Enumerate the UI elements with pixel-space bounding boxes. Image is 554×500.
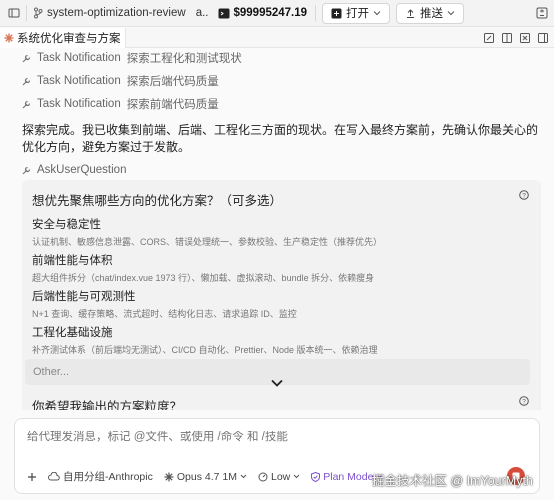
question-2-title: 你希望我输出的方案粒度？ (32, 400, 183, 410)
chevron-down-icon (293, 474, 300, 479)
open-button[interactable]: 打开 (322, 2, 391, 24)
panel-icon (8, 7, 20, 19)
diff-icon (536, 7, 548, 19)
model-selector[interactable]: Opus 4.7 1M (164, 471, 247, 483)
wrench-icon (22, 100, 31, 109)
cost-value: $99995247.19 (233, 7, 308, 19)
cost-indicator: $99995247.19 (218, 0, 307, 27)
wrench-icon (22, 166, 31, 175)
conversation: Task Notification 探索工程化和测试现状 Task Notifi… (0, 48, 554, 410)
effort-selector[interactable]: Low (258, 471, 300, 483)
branch-selector[interactable]: system-optimization-review (33, 0, 186, 27)
wrench-icon (22, 54, 31, 63)
overflow-tab[interactable]: a.. (196, 0, 209, 27)
split-view-icon[interactable] (502, 32, 512, 43)
terminal-icon (218, 8, 230, 19)
chevron-down-icon (373, 10, 381, 16)
group-selector[interactable]: 自用分组-Anthropic (48, 469, 153, 484)
question-title: 想优先聚焦哪些方向的优化方案？（可多选） (32, 194, 283, 208)
tool-call[interactable]: Task Notification 探索前端代码质量 (22, 96, 219, 112)
assistant-message: 探索完成。我已收集到前端、后端、工程化三方面的现状。在写入最终方案前，先确认你最… (22, 123, 539, 154)
shield-check-icon (311, 471, 321, 482)
gauge-icon (258, 472, 268, 482)
ask-user-tool[interactable]: AskUserQuestion (22, 164, 126, 176)
help-icon[interactable]: ? (519, 396, 529, 406)
tab-bar: 系统优化审查与方案 (0, 27, 554, 48)
tool-call[interactable]: Task Notification 探索工程化和测试现状 (22, 50, 242, 66)
message-input[interactable] (27, 431, 527, 443)
branch-icon (33, 7, 43, 19)
grid-icon (331, 8, 342, 19)
panel-right-icon[interactable] (538, 32, 548, 43)
option-backend[interactable]: 后端性能与可观测性 N+1 查询、缓存策略、流式超时、结构化日志、请求追踪 ID… (32, 288, 527, 320)
sidebar-toggle[interactable] (0, 0, 20, 27)
option-security[interactable]: 安全与稳定性 认证机制、敏感信息泄露、CORS、错误处理统一、参数校验、生产稳定… (32, 216, 527, 248)
title-bar: system-optimization-review a.. $99995247… (0, 0, 554, 27)
tab-title: 系统优化审查与方案 (17, 32, 121, 45)
option-frontend[interactable]: 前端性能与体积 超大组件拆分（chat/index.vue 1973 行）、懒加… (32, 252, 527, 284)
edit-icon[interactable] (484, 32, 494, 43)
diff-toggle[interactable] (536, 0, 554, 27)
claude-icon (4, 33, 14, 43)
watermark: 掘金技术社区 @ ImYourMyth (372, 474, 533, 488)
svg-text:?: ? (522, 398, 526, 405)
composer-toolbar: 自用分组-Anthropic Opus 4.7 1M Low Plan Mode (27, 469, 383, 484)
question-card: 想优先聚焦哪些方向的优化方案？（可多选） ? 安全与稳定性 认证机制、敏感信息泄… (22, 180, 541, 410)
wrench-icon (22, 77, 31, 86)
chevron-down-icon (447, 10, 455, 16)
chevron-down-icon (240, 474, 247, 479)
tab-system-optimization[interactable]: 系统优化审查与方案 (0, 27, 126, 48)
upload-icon (405, 8, 416, 19)
claude-icon (164, 472, 174, 482)
svg-text:?: ? (522, 192, 526, 199)
push-button[interactable]: 推送 (396, 2, 465, 24)
chevron-down-icon[interactable] (268, 374, 286, 392)
help-icon[interactable]: ? (519, 190, 529, 200)
tool-call[interactable]: Task Notification 探索后端代码质量 (22, 73, 219, 89)
option-engineering[interactable]: 工程化基础设施 补齐测试体系（前后端均无测试）、CI/CD 自动化、Pretti… (32, 324, 527, 356)
plus-icon[interactable] (27, 472, 37, 482)
expand-icon[interactable] (520, 32, 530, 43)
cloud-icon (48, 472, 60, 481)
branch-name: system-optimization-review (47, 7, 186, 19)
